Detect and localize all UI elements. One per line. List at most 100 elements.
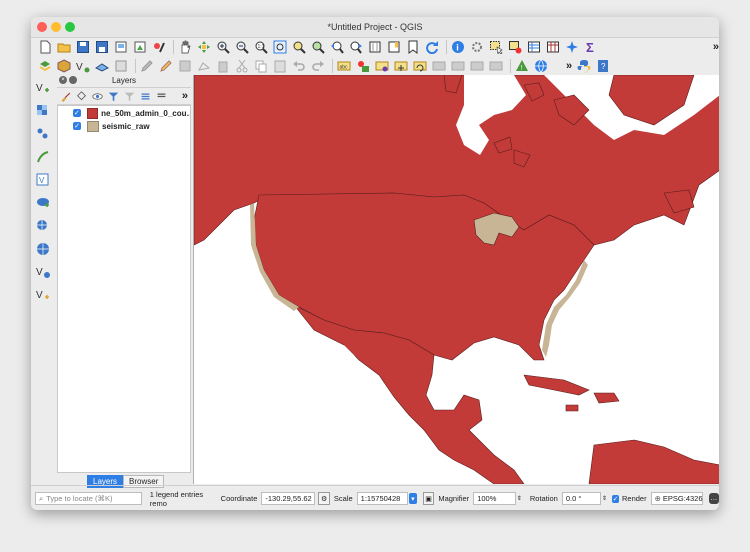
save-project-icon[interactable]: [75, 40, 91, 54]
paste-icon[interactable]: [272, 59, 288, 73]
help-icon[interactable]: ?: [595, 59, 611, 73]
digitize-icon[interactable]: [177, 59, 193, 73]
zoom-last-icon[interactable]: [329, 40, 345, 54]
zoom-full-icon[interactable]: [272, 40, 288, 54]
toolbar-overflow-icon[interactable]: »: [713, 41, 719, 53]
zoom-next-icon[interactable]: [348, 40, 364, 54]
add-vector-layer-icon[interactable]: V: [35, 81, 51, 95]
show-bookmarks-icon[interactable]: [405, 40, 421, 54]
print-layout-icon[interactable]: [113, 40, 129, 54]
add-virtual-layer-icon[interactable]: V: [35, 173, 51, 187]
zoom-to-selection-icon[interactable]: [291, 40, 307, 54]
action-icon[interactable]: [469, 40, 485, 54]
label-toolbar-icon[interactable]: [469, 59, 485, 73]
crs-button[interactable]: ⊕ EPSG:4326: [650, 492, 703, 505]
vertex-tool-icon[interactable]: [196, 59, 212, 73]
add-wms-icon[interactable]: [35, 219, 51, 233]
add-raster-layer-icon[interactable]: [35, 104, 51, 118]
new-geopackage-icon[interactable]: [56, 58, 72, 73]
plugin-icon[interactable]: !: [514, 59, 530, 73]
new-bookmark-icon[interactable]: [386, 40, 402, 54]
data-source-manager-icon[interactable]: [37, 59, 53, 73]
layer-row[interactable]: ✓ seismic_raw: [58, 120, 190, 132]
open-project-icon[interactable]: [56, 40, 72, 54]
cut-icon[interactable]: [234, 59, 250, 73]
expand-all-icon[interactable]: [139, 89, 151, 103]
add-spatialite-icon[interactable]: [35, 150, 51, 164]
sum-icon[interactable]: Σ: [583, 40, 599, 54]
label-options-icon[interactable]: [450, 59, 466, 73]
collapse-all-icon[interactable]: [155, 89, 167, 103]
select-icon[interactable]: [488, 40, 504, 54]
filter-legend-icon[interactable]: [107, 89, 119, 103]
layers-toolbar-overflow-icon[interactable]: »: [182, 90, 188, 102]
add-wcs-icon[interactable]: [35, 242, 51, 256]
layers-toolbar: »: [57, 88, 191, 105]
label-pin-icon[interactable]: [355, 59, 371, 73]
new-vector-layer-icon[interactable]: V: [35, 288, 51, 302]
add-delimited-layer-icon[interactable]: [35, 127, 51, 141]
toggle-extents-icon[interactable]: ⚙: [318, 492, 330, 505]
field-calc-icon[interactable]: [545, 40, 561, 54]
toolbar-separator: [332, 58, 333, 73]
delete-icon[interactable]: [215, 59, 231, 73]
render-checkbox[interactable]: ✓: [612, 494, 619, 503]
current-edits-icon[interactable]: [113, 59, 129, 73]
pan-to-selection-icon[interactable]: [196, 40, 212, 54]
save-as-icon[interactable]: [94, 40, 110, 54]
coordinate-field[interactable]: -130.29,55.62: [261, 492, 316, 505]
locate-search[interactable]: ⌕ Type to locate (⌘K): [35, 492, 142, 505]
layer-row[interactable]: ✓ ne_50m_admin_0_cou…: [58, 107, 190, 119]
undo-icon[interactable]: [291, 59, 307, 73]
globe-plugin-icon[interactable]: [533, 59, 549, 73]
new-shapefile-icon[interactable]: V: [75, 59, 91, 73]
layer-visibility-checkbox[interactable]: ✓: [73, 122, 81, 130]
new-spatialite-icon[interactable]: [94, 59, 110, 73]
label-move-icon[interactable]: [393, 59, 409, 73]
magnifier-field[interactable]: 100%: [473, 492, 516, 505]
label-change-icon[interactable]: [431, 59, 447, 73]
manage-visibility-icon[interactable]: [91, 89, 103, 103]
add-postgis-icon[interactable]: [35, 196, 51, 210]
new-project-icon[interactable]: [37, 40, 53, 54]
pan-icon[interactable]: [177, 40, 193, 54]
refresh-icon[interactable]: [424, 40, 440, 54]
filter-expression-icon[interactable]: [123, 89, 135, 103]
identify-icon[interactable]: i: [450, 40, 466, 54]
toolbar-overflow-icon[interactable]: »: [566, 60, 572, 72]
deselect-icon[interactable]: [507, 40, 523, 54]
rotation-stepper[interactable]: ⇕: [602, 495, 607, 502]
label-toolbar2-icon[interactable]: [488, 59, 504, 73]
add-wfs-icon[interactable]: V: [35, 265, 51, 279]
layer-name: seismic_raw: [102, 121, 150, 131]
label-rotate-icon[interactable]: [412, 59, 428, 73]
zoom-to-layer-icon[interactable]: [310, 40, 326, 54]
copy-icon[interactable]: [253, 59, 269, 73]
attribute-table-icon[interactable]: [526, 40, 542, 54]
python-icon[interactable]: [576, 59, 592, 73]
new-map-view-icon[interactable]: [367, 40, 383, 54]
statistics-icon[interactable]: [564, 40, 580, 54]
label-icon[interactable]: abc: [336, 59, 352, 73]
layer-style-icon[interactable]: [59, 89, 71, 103]
add-group-icon[interactable]: [75, 89, 87, 103]
label-show-icon[interactable]: [374, 59, 390, 73]
lock-scale-icon[interactable]: ▣: [422, 492, 435, 505]
layer-visibility-checkbox[interactable]: ✓: [73, 109, 81, 117]
scale-field[interactable]: 1:15750428: [356, 492, 408, 505]
svg-text:V: V: [36, 83, 43, 94]
save-edits-icon[interactable]: [158, 59, 174, 73]
scale-dropdown-icon[interactable]: ▾: [409, 493, 417, 504]
zoom-in-icon[interactable]: [215, 40, 231, 54]
zoom-out-icon[interactable]: [234, 40, 250, 54]
style-manager-icon[interactable]: [151, 40, 167, 54]
zoom-native-icon[interactable]: 1:1: [253, 40, 269, 54]
toggle-editing-icon[interactable]: [139, 59, 155, 73]
messages-icon[interactable]: …: [708, 493, 719, 504]
redo-icon[interactable]: [310, 59, 326, 73]
crs-label: EPSG:4326: [662, 494, 703, 503]
magnifier-stepper[interactable]: ⇕: [517, 495, 522, 502]
map-canvas[interactable]: [193, 75, 719, 484]
rotation-field[interactable]: 0.0 °: [561, 492, 602, 505]
layout-manager-icon[interactable]: [132, 40, 148, 54]
